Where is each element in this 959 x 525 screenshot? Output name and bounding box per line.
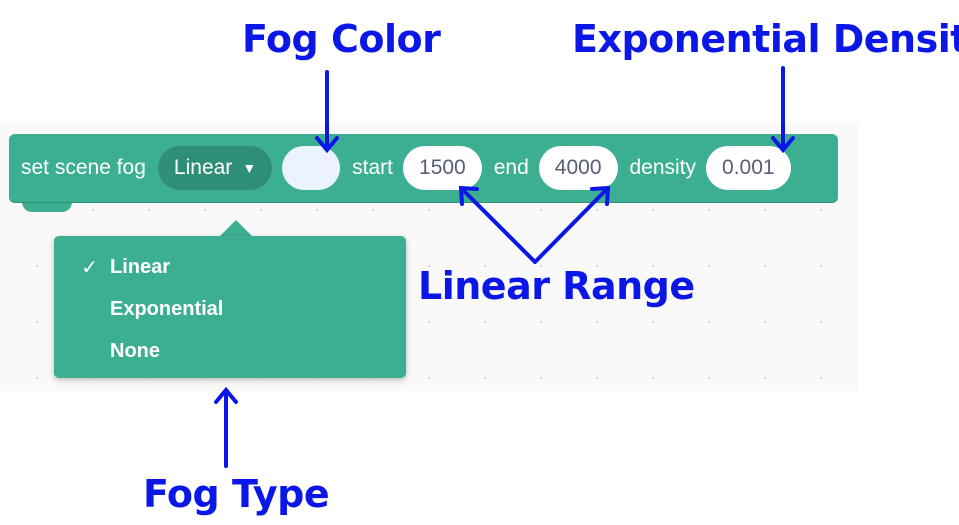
annotation-fog-type: Fog Type (143, 472, 330, 516)
menu-item-label: Exponential (110, 297, 224, 320)
menu-item-linear[interactable]: ✓ Linear (54, 246, 406, 288)
start-label: start (352, 156, 394, 179)
annotation-fog-color: Fog Color (242, 17, 441, 61)
menu-item-label: None (110, 339, 160, 362)
annotation-exponential-density: Exponential Density (572, 17, 959, 61)
density-input[interactable]: 0.001 (706, 146, 791, 190)
set-scene-fog-block[interactable]: set scene fog Linear ▼ start 1500 end 40… (9, 134, 838, 202)
check-icon: ✓ (81, 256, 98, 279)
menu-item-none[interactable]: None (54, 330, 406, 372)
fog-type-menu: ✓ Linear Exponential None (54, 236, 406, 378)
caret-down-icon: ▼ (242, 160, 257, 176)
fog-type-arrowhead (214, 386, 238, 404)
density-label: density (629, 156, 697, 179)
end-label: end (493, 156, 529, 179)
fog-type-dropdown[interactable]: Linear ▼ (157, 146, 273, 190)
menu-item-label: Linear (110, 255, 171, 278)
end-input[interactable]: 4000 (538, 146, 618, 190)
fog-type-value: Linear (173, 156, 233, 179)
annotation-linear-range: Linear Range (418, 264, 695, 308)
menu-item-exponential[interactable]: Exponential (54, 288, 406, 330)
fog-color-swatch[interactable] (282, 146, 341, 190)
start-input[interactable]: 1500 (403, 146, 482, 190)
block-label: set scene fog (21, 156, 146, 179)
